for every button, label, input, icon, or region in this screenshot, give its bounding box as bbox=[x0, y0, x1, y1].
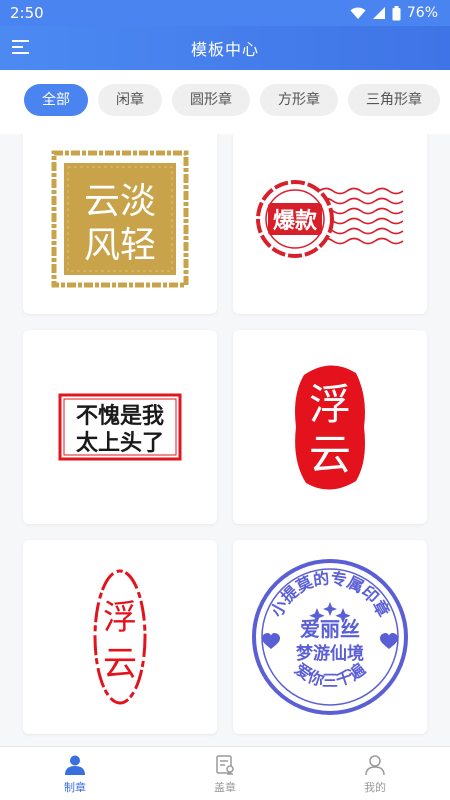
chip-square[interactable]: 方形章 bbox=[260, 84, 338, 116]
stamp-4-char-1: 浮 bbox=[309, 380, 351, 429]
battery-icon bbox=[392, 5, 401, 20]
stamp-1-line-2: 风轻 bbox=[84, 225, 156, 266]
nav-mine[interactable]: 我的 bbox=[300, 747, 450, 800]
template-card-5[interactable]: 浮 云 bbox=[23, 540, 217, 734]
stamp-baokuan: 爆款 bbox=[256, 180, 404, 258]
template-card-2[interactable]: 爆款 bbox=[233, 134, 427, 314]
nav-mine-label: 我的 bbox=[364, 780, 386, 794]
stamp-3-line-1: 不愧是我 bbox=[76, 403, 164, 429]
nav-apply-stamp[interactable]: 盖章 bbox=[150, 747, 300, 800]
stamp-buikuishiwo: 不愧是我 太上头了 bbox=[58, 393, 182, 461]
template-card-1[interactable]: 云淡 风轻 bbox=[23, 134, 217, 314]
chip-round[interactable]: 圆形章 bbox=[172, 84, 250, 116]
wifi-icon bbox=[350, 7, 366, 19]
stamp-5-char-1: 浮 bbox=[103, 598, 137, 638]
status-time: 2:50 bbox=[10, 4, 44, 22]
stamp-6-line-2: 梦游仙境 bbox=[296, 643, 364, 664]
stamp-6-line-1: 爱丽丝 bbox=[300, 617, 360, 641]
chip-all[interactable]: 全部 bbox=[24, 84, 88, 116]
status-bar: 2:50 76% bbox=[0, 0, 450, 26]
category-tabs: 全部 闲章 圆形章 方形章 三角形章 bbox=[0, 70, 450, 134]
template-grid: 云淡 风轻 爆款 不愧是我 太上头了 浮 云 浮 云 小提莫的专属印章 爱你三千… bbox=[0, 134, 450, 746]
menu-icon bbox=[12, 40, 29, 54]
stamp-4-char-2: 云 bbox=[309, 430, 351, 479]
stamp-5-char-2: 云 bbox=[103, 644, 137, 684]
nav-make-stamp[interactable]: 制章 bbox=[0, 747, 150, 800]
status-icons: 76% bbox=[350, 5, 438, 21]
stamp-1-line-1: 云淡 bbox=[84, 181, 156, 222]
stamp-ailisi: 小提莫的专属印章 爱你三千遍 爱丽丝 梦游仙境 bbox=[252, 559, 408, 715]
template-card-4[interactable]: 浮 云 bbox=[233, 330, 427, 524]
nav-make-stamp-label: 制章 bbox=[64, 780, 86, 794]
stamp-3-line-2: 太上头了 bbox=[76, 431, 164, 456]
profile-icon bbox=[365, 754, 385, 775]
template-card-6[interactable]: 小提莫的专属印章 爱你三千遍 爱丽丝 梦游仙境 bbox=[233, 540, 427, 734]
battery-percent: 76% bbox=[406, 5, 438, 21]
page-title: 模板中心 bbox=[190, 40, 259, 59]
stamp-doc-icon bbox=[216, 754, 234, 775]
stamp-yundanfengqing: 云淡 风轻 bbox=[51, 150, 189, 288]
stamp-fuyun-filled: 浮 云 bbox=[295, 365, 365, 490]
app-bar: 模板中心 bbox=[0, 26, 450, 70]
user-icon bbox=[65, 755, 85, 775]
stamp-fuyun-outline: 浮 云 bbox=[93, 569, 147, 705]
template-card-3[interactable]: 不愧是我 太上头了 bbox=[23, 330, 217, 524]
bottom-nav: 制章 盖章 我的 bbox=[0, 746, 450, 800]
chip-casual[interactable]: 闲章 bbox=[98, 84, 162, 116]
signal-icon bbox=[372, 7, 385, 19]
nav-apply-stamp-label: 盖章 bbox=[214, 780, 236, 794]
chip-triangle[interactable]: 三角形章 bbox=[348, 84, 440, 116]
menu-button[interactable] bbox=[10, 36, 32, 58]
stamp-2-text: 爆款 bbox=[273, 208, 318, 234]
